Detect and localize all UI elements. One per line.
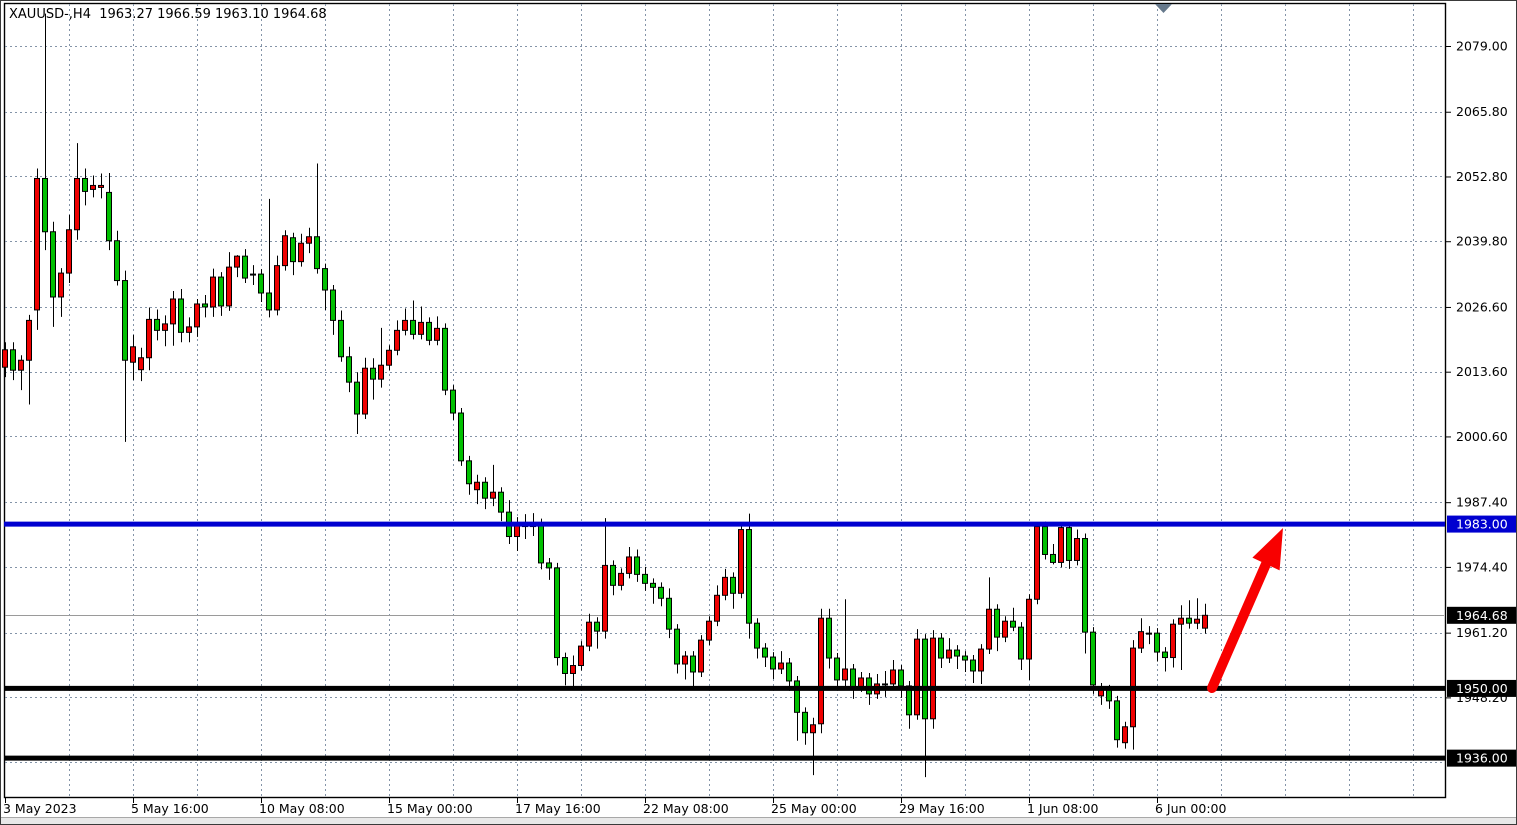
candle — [1035, 523, 1040, 605]
candle — [1115, 696, 1120, 748]
price-axis-label: 2026.60 — [1456, 299, 1508, 314]
price-tag-support-1936: 1936.00 — [1447, 750, 1516, 767]
time-axis-label: 22 May 08:00 — [643, 801, 729, 816]
time-axis-label: 6 Jun 00:00 — [1155, 801, 1227, 816]
chart-canvas[interactable]: 2079.00 2065.80 2052.80 2039.80 2026.60 2013.… — [0, 0, 1517, 825]
price-axis-label: 2079.00 — [1456, 39, 1508, 54]
price-axis-label: 2013.60 — [1456, 364, 1508, 379]
candle — [915, 629, 920, 720]
price-axis-label: 2052.80 — [1456, 169, 1508, 184]
price-tag-label: 1983.00 — [1456, 517, 1508, 532]
candle — [1059, 522, 1064, 567]
price-tag-label: 1936.00 — [1456, 751, 1508, 766]
mt4-chart-window: XAUUSD-,H4 1963.27 1966.59 1963.10 1964.… — [0, 0, 1517, 825]
candle — [699, 635, 704, 677]
candle — [739, 523, 744, 598]
price-tag-label: 1964.68 — [1456, 608, 1508, 623]
price-tag-support-1950: 1950.00 — [1447, 680, 1516, 697]
time-axis-label: 25 May 00:00 — [771, 801, 857, 816]
plot-area[interactable] — [5, 4, 1444, 796]
price-tag-current: 1964.68 — [1447, 607, 1516, 624]
time-axis-label: 10 May 08:00 — [259, 801, 345, 816]
candle — [819, 609, 824, 734]
candle — [1043, 522, 1048, 560]
time-axis-label: 5 May 16:00 — [131, 801, 209, 816]
time-axis-label: 3 May 2023 — [3, 801, 77, 816]
candle — [443, 323, 448, 395]
price-axis-label: 1961.20 — [1456, 625, 1508, 640]
price-tag-resistance: 1983.00 — [1447, 516, 1516, 533]
price-tag-label: 1950.00 — [1456, 681, 1508, 696]
price-axis-label: 2039.80 — [1456, 234, 1508, 249]
price-axis-label: 1987.40 — [1456, 495, 1508, 510]
candle — [459, 408, 464, 466]
candle — [931, 630, 936, 729]
candle — [555, 563, 560, 666]
time-axis-label: 29 May 16:00 — [899, 801, 985, 816]
time-axis-label: 15 May 00:00 — [387, 801, 473, 816]
footer-strip — [1, 817, 1516, 824]
candle — [35, 169, 40, 330]
price-axis-label: 2065.80 — [1456, 104, 1508, 119]
candle — [283, 230, 288, 270]
time-axis-label: 1 Jun 08:00 — [1027, 801, 1099, 816]
time-axis-label: 17 May 16:00 — [515, 801, 601, 816]
candle — [1091, 627, 1096, 694]
price-axis-label: 2000.60 — [1456, 429, 1508, 444]
candle — [747, 514, 752, 639]
price-axis-label: 1974.40 — [1456, 559, 1508, 574]
chart-title: XAUUSD-,H4 1963.27 1966.59 1963.10 1964.… — [9, 7, 327, 22]
